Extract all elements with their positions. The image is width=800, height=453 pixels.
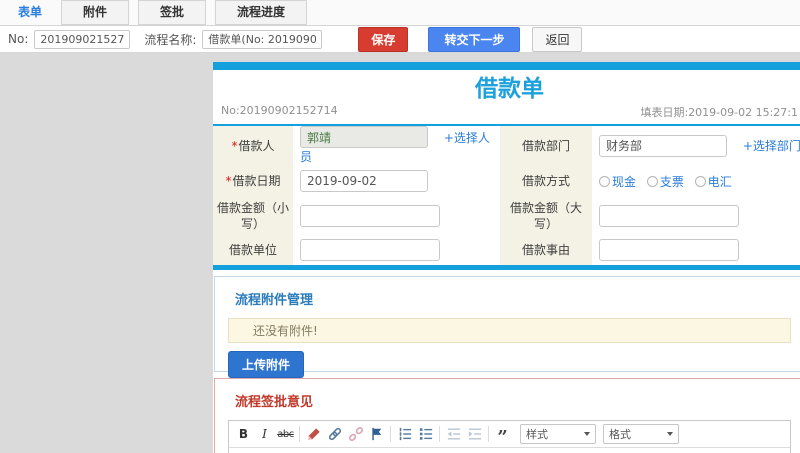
- toolbar-separator: [488, 426, 489, 442]
- flag-icon: [371, 427, 381, 441]
- loan-reason-label: 借款事由: [500, 235, 592, 265]
- upload-attachment-button[interactable]: 上传附件: [228, 351, 305, 378]
- loan-reason-input[interactable]: [599, 239, 739, 261]
- flow-name-input[interactable]: [202, 29, 323, 49]
- radio-circle-icon: [646, 175, 658, 187]
- radio-circle-icon: [599, 175, 610, 187]
- action-toolbar: No: 流程名称: 保存 转交下一步 返回: [0, 26, 800, 53]
- no-input[interactable]: [34, 29, 131, 49]
- link-icon: [328, 427, 341, 441]
- radio-circle-icon: [694, 175, 706, 187]
- page-title: 借款单: [475, 76, 544, 102]
- department-input[interactable]: [599, 134, 727, 157]
- styles-dropdown-label: 样式: [526, 428, 548, 441]
- unlink-icon: [348, 427, 363, 441]
- top-tab-bar: 表单 附件 签批 流程进度: [0, 0, 800, 26]
- radio-wire[interactable]: 电汇: [694, 173, 732, 190]
- tab-progress[interactable]: 流程进度: [215, 0, 308, 25]
- form-meta-row: No:20190902152714 填表日期:2019-09-02 15:27:…: [213, 104, 800, 124]
- loan-unit-input[interactable]: [300, 239, 440, 261]
- approval-title: 流程签批意见: [235, 395, 314, 410]
- remove-format-button[interactable]: [303, 424, 324, 445]
- tab-attachments[interactable]: 附件: [61, 0, 130, 25]
- panel-top-accent-bar: [213, 62, 800, 70]
- amount-small-input[interactable]: [300, 205, 440, 227]
- indent-button[interactable]: [464, 424, 485, 445]
- amount-big-label: 借款金额（大写）: [500, 197, 592, 235]
- indent-icon: [468, 428, 481, 440]
- table-row: 借款单位 借款事由: [213, 235, 800, 265]
- unlink-button[interactable]: [345, 424, 366, 445]
- editor-toolbar: B I abc ” 样式 格式: [229, 421, 790, 448]
- radio-cash-label: 现金: [612, 174, 637, 189]
- bullet-list-icon: [419, 428, 432, 440]
- select-department-link[interactable]: +选择部门: [743, 139, 800, 153]
- format-dropdown-label: 格式: [609, 428, 631, 441]
- outdent-icon: [447, 428, 460, 440]
- editor-content[interactable]: [229, 448, 790, 453]
- tab-form[interactable]: 表单: [8, 0, 52, 25]
- table-row: *借款人 +选择人员 借款部门 +选择部门: [213, 126, 800, 165]
- loan-date-input[interactable]: [300, 170, 428, 192]
- next-step-button[interactable]: 转交下一步: [428, 26, 521, 52]
- strikethrough-button[interactable]: abc: [275, 424, 296, 445]
- chevron-down-icon: [667, 432, 673, 436]
- radio-cheque[interactable]: 支票: [646, 173, 684, 190]
- table-row: 借款金额（小写） 借款金额（大写）: [213, 197, 800, 235]
- borrower-input: [300, 126, 428, 148]
- format-dropdown[interactable]: 格式: [603, 424, 679, 444]
- approval-section: 流程签批意见 B I abc ” 样式 格式: [214, 378, 800, 453]
- ordered-list-button[interactable]: [394, 424, 415, 445]
- form-panel: 借款单 No:20190902152714 填表日期:2019-09-02 15…: [213, 62, 800, 453]
- amount-big-input[interactable]: [599, 205, 739, 227]
- form-no-text: No:20190902152714: [221, 104, 338, 117]
- attachments-title: 流程附件管理: [235, 293, 314, 308]
- table-row: *借款日期 借款方式 现金 支票 电汇: [213, 165, 800, 197]
- loan-unit-label: 借款单位: [213, 235, 293, 265]
- back-button[interactable]: 返回: [532, 26, 583, 52]
- loan-date-label: *借款日期: [213, 165, 293, 197]
- ordered-list-icon: [399, 427, 411, 441]
- bold-button[interactable]: B: [233, 424, 254, 445]
- link-button[interactable]: [324, 424, 345, 445]
- form-bottom-accent-bar: [213, 265, 800, 270]
- rich-text-editor: B I abc ” 样式 格式: [228, 420, 791, 453]
- bullet-list-button[interactable]: [415, 424, 436, 445]
- toolbar-separator: [299, 426, 300, 442]
- styles-dropdown[interactable]: 样式: [520, 424, 596, 444]
- flow-name-label: 流程名称:: [144, 32, 197, 47]
- blockquote-button[interactable]: ”: [492, 424, 513, 447]
- pencil-icon: [307, 428, 320, 440]
- no-label: No:: [8, 32, 29, 46]
- amount-small-label: 借款金额（小写）: [213, 197, 293, 235]
- required-mark: *: [231, 138, 238, 153]
- form-date-text: 填表日期:2019-09-02 15:27:1: [640, 106, 798, 119]
- chevron-down-icon: [584, 432, 590, 436]
- toolbar-separator: [439, 426, 440, 442]
- loan-method-label: 借款方式: [500, 165, 592, 197]
- attachments-section: 流程附件管理 还没有附件! 上传附件: [214, 276, 800, 378]
- outdent-button[interactable]: [443, 424, 464, 445]
- radio-cash[interactable]: 现金: [599, 173, 636, 190]
- radio-cheque-label: 支票: [659, 174, 684, 189]
- borrower-label: *借款人: [213, 126, 293, 165]
- tab-approval[interactable]: 签批: [138, 0, 207, 25]
- loan-form-table: *借款人 +选择人员 借款部门 +选择部门 *借款日期 借款方式: [213, 126, 800, 265]
- radio-wire-label: 电汇: [707, 174, 732, 189]
- anchor-button[interactable]: [366, 424, 387, 445]
- department-label: 借款部门: [500, 126, 592, 165]
- save-button[interactable]: 保存: [358, 26, 409, 52]
- toolbar-separator: [390, 426, 391, 442]
- no-attachments-message: 还没有附件!: [228, 318, 791, 343]
- italic-button[interactable]: I: [254, 424, 275, 445]
- required-mark: *: [225, 174, 232, 188]
